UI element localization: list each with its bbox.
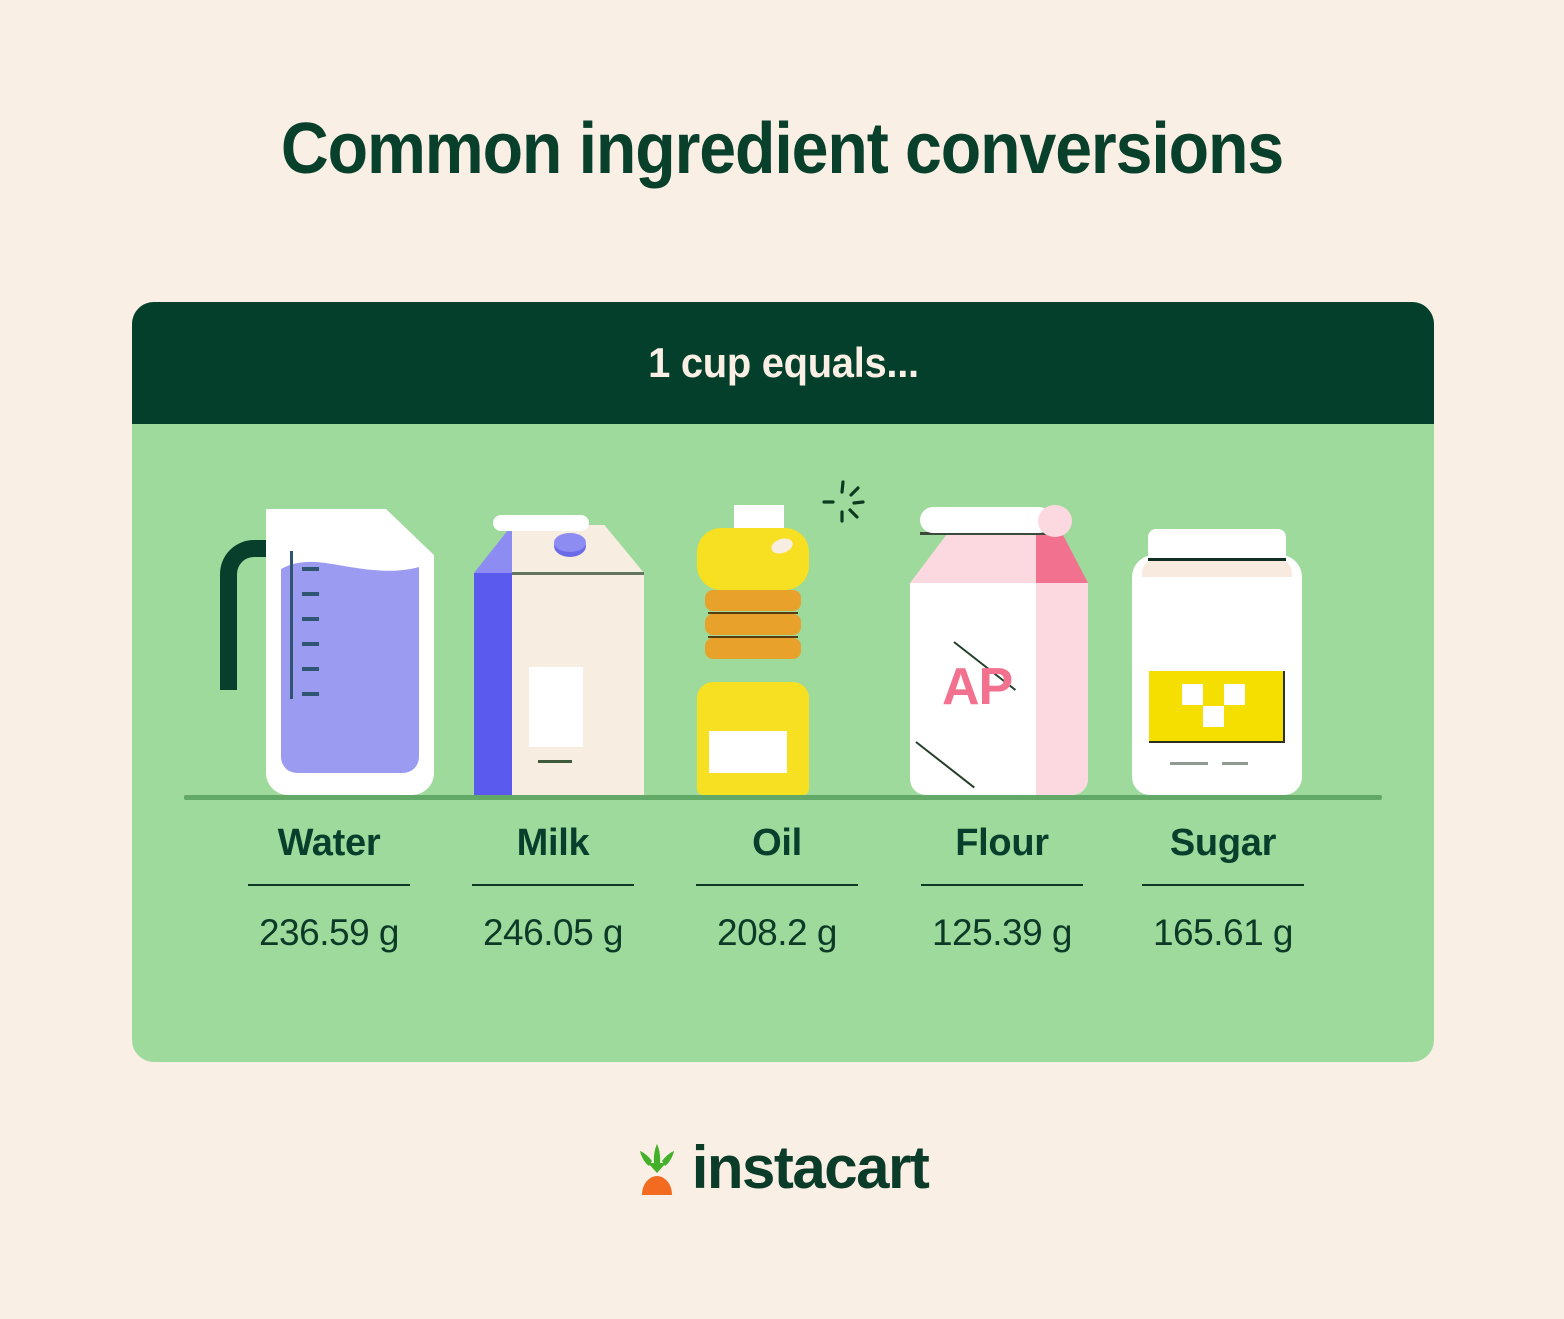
flour-gable-left-shape [910, 533, 1036, 583]
oil-rib-line [708, 612, 798, 614]
oil-bottle-icon [692, 480, 865, 795]
label-divider [921, 884, 1083, 886]
milk-top-seal-shape [493, 515, 589, 531]
label-divider [248, 884, 410, 886]
sugar-neck-band-shape [1142, 559, 1292, 577]
ingredient-name: Flour [955, 822, 1049, 864]
ingredient-illustration-row: AP [132, 424, 1434, 799]
milk-cap-top-shape [554, 533, 586, 552]
cup-tick-mark [302, 642, 319, 646]
card-header: 1 cup equals... [132, 302, 1434, 424]
cup-tick-mark [302, 692, 319, 696]
ingredient-column-sugar: Sugar 165.61 g [1123, 824, 1323, 954]
ingredient-value: 165.61 g [1152, 912, 1294, 953]
ingredient-value: 246.05 g [482, 912, 624, 953]
oil-rib-shape [705, 638, 801, 659]
page-title: Common ingredient conversions [280, 109, 1284, 189]
ingredient-value: 236.59 g [258, 912, 400, 953]
cup-tick-mark [302, 617, 319, 621]
milk-label-dash [538, 760, 572, 763]
milk-gable-left-shape [474, 525, 512, 573]
ingredient-value: 125.39 g [931, 912, 1073, 953]
carrot-icon [639, 1144, 674, 1195]
ingredient-name: Milk [516, 822, 590, 864]
ingredient-value: 208.2 g [717, 912, 837, 953]
sugar-cube-shape [1182, 684, 1203, 705]
sugar-cube-shape [1224, 684, 1245, 705]
oil-rib-shape [705, 614, 801, 635]
ingredient-column-oil: Oil 208.2 g [677, 824, 877, 954]
brand-logo: instacart [0, 1138, 1564, 1198]
oil-rib-line [708, 636, 798, 638]
milk-carton-icon [474, 495, 644, 795]
flour-corner-knob-shape [1038, 505, 1072, 537]
card-body: AP Water 236.59 g Milk 246.05 g Oil 208.… [132, 424, 1434, 1062]
cup-gauge-line [290, 551, 293, 699]
conversion-card: 1 cup equals... AP Water 236.59 g Milk 2… [132, 302, 1434, 1062]
oil-label-shape [709, 731, 787, 773]
ingredient-label-row: Water 236.59 g Milk 246.05 g Oil 208.2 g… [132, 824, 1434, 1062]
ingredient-name: Sugar [1169, 822, 1277, 864]
sugar-lid-line [1148, 558, 1286, 561]
sugar-cube-shape [1203, 706, 1224, 727]
ingredient-name: Water [277, 822, 381, 864]
cup-liquid-shape [281, 573, 419, 773]
ingredient-name: Oil [752, 822, 802, 864]
flour-ap-label: AP [942, 658, 1013, 716]
sugar-lid-shape [1148, 529, 1286, 559]
brand-name: instacart [691, 1134, 930, 1201]
cup-tick-mark [302, 592, 319, 596]
milk-gable-line [512, 572, 644, 575]
label-divider [472, 884, 634, 886]
cup-tick-mark [302, 667, 319, 671]
oil-rib-shape [705, 590, 801, 611]
ingredient-column-milk: Milk 246.05 g [453, 824, 653, 954]
ingredient-column-water: Water 236.59 g [229, 824, 429, 954]
shelf-line [184, 795, 1382, 800]
milk-side-panel-shape [474, 573, 512, 795]
flour-side-panel-shape [1036, 583, 1088, 795]
label-divider [1142, 884, 1304, 886]
sugar-dash-line [1170, 762, 1208, 765]
measuring-cup-icon [220, 495, 436, 795]
flour-gable-right-shape [1036, 533, 1088, 583]
oil-shoulder-shape [697, 528, 809, 590]
flour-carton-icon: AP [910, 495, 1088, 795]
ingredient-column-flour: Flour 125.39 g [902, 824, 1102, 954]
sparkle-icon [822, 480, 865, 523]
label-divider [696, 884, 858, 886]
sugar-jar-icon [1132, 495, 1302, 795]
card-header-title: 1 cup equals... [647, 339, 919, 386]
sugar-dash-line [1222, 762, 1248, 765]
cup-tick-mark [302, 567, 319, 571]
flour-top-seal-shape [920, 507, 1052, 533]
milk-label-shape [529, 667, 583, 747]
